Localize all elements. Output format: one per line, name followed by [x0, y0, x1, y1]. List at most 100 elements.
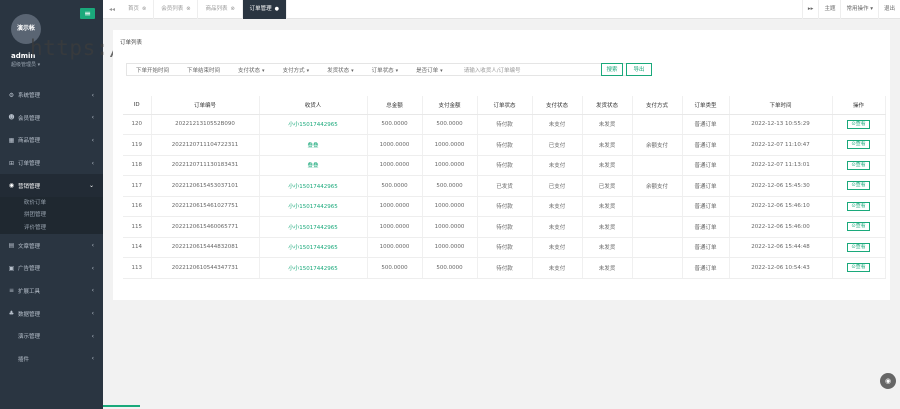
keyword-input[interactable]: 请输入收货人/订单编号 [452, 66, 530, 74]
view-button[interactable]: ⊙查看 [847, 140, 870, 150]
close-icon[interactable]: ⊗ [186, 6, 190, 12]
sidebar-item-5[interactable]: ▤ 文章管理 ‹ [0, 234, 103, 257]
table-cell: 普通订单 [682, 216, 730, 238]
table-cell: 普通订单 [682, 237, 730, 258]
tab-0[interactable]: 首页 ⊗ [121, 0, 155, 19]
sidebar-item-label: 演示管理 [18, 334, 41, 341]
sidebar-item-label: 订单管理 [18, 161, 41, 168]
column-header: 订单类型 [682, 96, 730, 115]
table-cell: 1000.0000 [422, 134, 478, 156]
tab-3[interactable]: 订单管理 ● [242, 0, 288, 19]
table-row: 120 2022121310552B090 小小15017442965 500.000… [123, 114, 886, 135]
table-row: 113 2022120610544347731 小小15017442965 500.0… [123, 257, 886, 279]
table-cell: 500.0000 [422, 257, 478, 279]
export-button[interactable]: 导出 [626, 63, 652, 76]
tab-label: 商品列表 [205, 5, 228, 12]
order-table: ID 订单编号 收货人 总金额 支付金额 订单状态 支付状态 发货状态 支付方式 订单类型 下单时间… [123, 96, 886, 279]
table-cell: 119 [123, 134, 152, 156]
sidebar-subitem[interactable]: 砍价订单 [0, 197, 103, 210]
table-cell: 待付款 [477, 216, 533, 238]
tab-1[interactable]: 会员列表 ⊗ [154, 0, 199, 19]
filter-1[interactable]: 下单结束时间 [178, 66, 229, 74]
topbar-action-2[interactable]: 退出 [877, 0, 900, 19]
view-button[interactable]: ⊙查看 [847, 119, 870, 129]
sidebar-item-7[interactable]: ≡ 扩展工具 ‹ [0, 280, 103, 303]
close-icon[interactable]: ⊗ [142, 6, 146, 12]
search-button[interactable]: 搜索 [601, 63, 623, 76]
table-cell: 未支付 [532, 257, 583, 279]
panel-title: 订单列表 [120, 40, 143, 46]
sidebar-submenu: 砍价订单 拼团管理 评价管理 [0, 196, 103, 235]
view-button[interactable]: ⊙查看 [847, 222, 870, 232]
table-row: 118 2022120711130183431 叠叠 1000.0000 1000.00… [123, 155, 886, 176]
user-role[interactable]: 超级管理员 ▾ [11, 61, 40, 68]
settings-float-icon[interactable]: ◉ [880, 373, 896, 389]
column-header: 支付方式 [632, 96, 683, 115]
menu-toggle-icon[interactable]: ≡ [80, 8, 95, 19]
sidebar-item-8[interactable]: ♣ 数据管理 ‹ [0, 302, 103, 325]
close-icon[interactable]: ⊗ [230, 6, 234, 12]
sidebar-item-1[interactable]: ☻ 会员管理 ‹ [0, 107, 103, 130]
sidebar-item-10[interactable]: 插件 ‹ [0, 347, 103, 370]
sidebar: 演示帐 ≡ admin 超级管理员 ▾ ⚙ 系统管理 ‹ ☻ 会员管理 ‹ ▦ 商品管理 ‹ ⊞ 订… [0, 0, 103, 409]
tabs-forward-icon[interactable]: ▸▸ [801, 0, 819, 19]
goods-icon: ▦ [8, 136, 15, 144]
chevron-down-icon: ▾ [351, 67, 354, 74]
view-button[interactable]: ⊙查看 [847, 242, 870, 252]
table-cell: 500.0000 [367, 257, 423, 279]
table-cell: 1000.0000 [367, 134, 423, 156]
table-cell: 未支付 [532, 216, 583, 238]
sidebar-item-label: 广告管理 [18, 266, 41, 273]
table-cell: 已支付 [532, 134, 583, 156]
sidebar-item-label: 数据管理 [18, 311, 41, 318]
table-cell: 120 [123, 114, 152, 135]
sidebar-item-9[interactable]: 演示管理 ‹ [0, 325, 103, 348]
view-button[interactable]: ⊙查看 [847, 263, 870, 273]
topbar: ◂◂ 首页 ⊗ 会员列表 ⊗ 商品列表 ⊗ 订单管理 ● ▸▸ 主题 常用操作 ▾ 退出 [103, 0, 900, 19]
sidebar-item-4[interactable]: ◉ 营销管理 ⌄ [0, 174, 103, 197]
order-panel: 订单列表 下单开始时间 下单结束时间 支付状态 ▾ 支付方式 ▾ 发货状态 ▾ 订单状态 ▾ 是否订… [113, 30, 890, 300]
chevron-icon: ⌄ [88, 182, 94, 190]
table-cell: 114 [123, 237, 152, 258]
view-button[interactable]: ⊙查看 [847, 201, 870, 211]
column-header: 操作 [832, 96, 886, 115]
filter-3[interactable]: 支付方式 ▾ [274, 66, 319, 74]
filter-0[interactable]: 下单开始时间 [127, 66, 178, 74]
sidebar-item-0[interactable]: ⚙ 系统管理 ‹ [0, 84, 103, 107]
filter-5[interactable]: 订单状态 ▾ [363, 66, 408, 74]
chevron-down-icon: ▾ [440, 67, 443, 74]
table-cell: 未发货 [582, 196, 633, 217]
sidebar-subitem[interactable]: 拼团管理 [0, 209, 103, 222]
column-header: 支付状态 [532, 96, 583, 115]
view-button[interactable]: ⊙查看 [847, 181, 870, 191]
table-cell: 待付款 [477, 134, 533, 156]
sidebar-subitem[interactable]: 评价管理 [0, 222, 103, 235]
tabs-back-icon[interactable]: ◂◂ [103, 6, 121, 13]
view-button[interactable]: ⊙查看 [847, 160, 870, 170]
topbar-action-1[interactable]: 常用操作 ▾ [840, 0, 878, 19]
column-header: 订单编号 [151, 96, 260, 115]
close-icon[interactable]: ● [275, 6, 279, 12]
user-icon: ☻ [8, 114, 15, 122]
table-cell: 已发货 [582, 175, 633, 197]
table-cell [632, 237, 683, 258]
column-header: ID [123, 96, 152, 115]
sidebar-item-2[interactable]: ▦ 商品管理 ‹ [0, 129, 103, 152]
filter-label: 下单结束时间 [187, 67, 221, 74]
chevron-down-icon: ▾ [262, 67, 265, 74]
filter-4[interactable]: 发货状态 ▾ [318, 66, 363, 74]
dict-icon: ♣ [8, 310, 15, 318]
topbar-action-0[interactable]: 主题 [818, 0, 840, 19]
column-header: 订单状态 [477, 96, 533, 115]
filter-2[interactable]: 支付状态 ▾ [229, 66, 274, 74]
table-cell: 1000.0000 [422, 237, 478, 258]
table-header-row: ID 订单编号 收货人 总金额 支付金额 订单状态 支付状态 发货状态 支付方式 订单类型 下单时间… [123, 96, 886, 115]
sidebar-item-3[interactable]: ⊞ 订单管理 ‹ [0, 152, 103, 175]
sidebar-item-6[interactable]: ▣ 广告管理 ‹ [0, 257, 103, 280]
table-cell: 115 [123, 216, 152, 238]
sidebar-item-label: 会员管理 [18, 115, 41, 122]
table-cell: 待付款 [477, 155, 533, 176]
filter-6[interactable]: 是否订单 ▾ [407, 66, 452, 74]
filter-toolbar: 下单开始时间 下单结束时间 支付状态 ▾ 支付方式 ▾ 发货状态 ▾ 订单状态 ▾ 是否订单 ▾ 请输入… [126, 63, 652, 76]
tab-2[interactable]: 商品列表 ⊗ [198, 0, 243, 19]
